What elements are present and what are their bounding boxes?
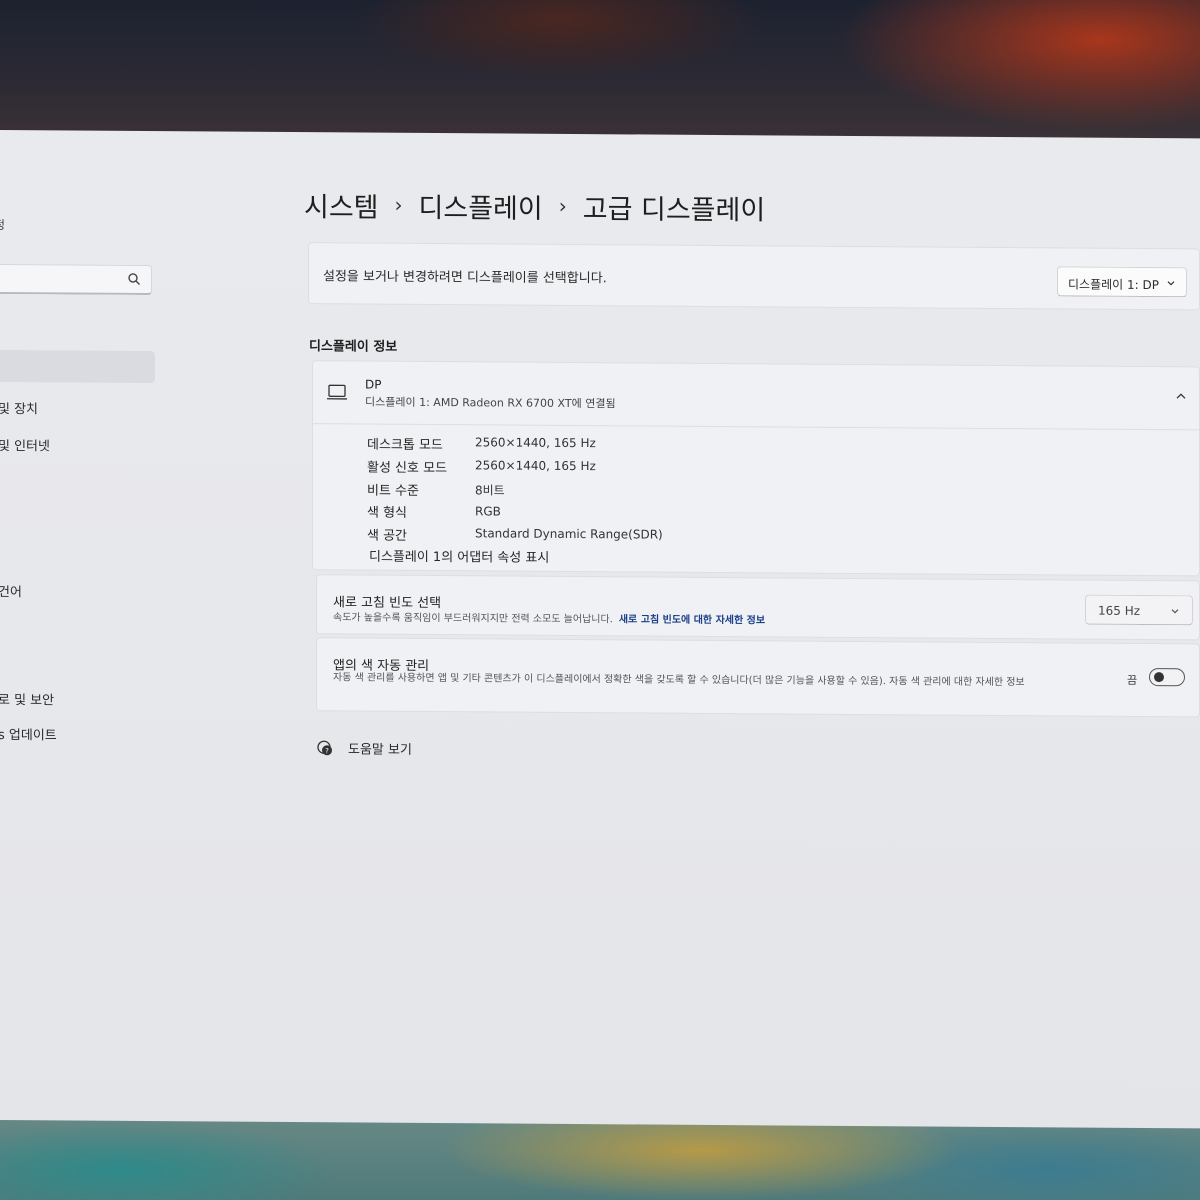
auto-color-toggle[interactable]: [1149, 668, 1185, 687]
select-display-card: 설정을 보거나 변경하려면 디스플레이를 선택합니다. 디스플레이 1: DP: [308, 242, 1200, 311]
info-label-desktop-mode: 데스크톱 모드: [367, 437, 443, 454]
sidebar: 정 및 장치 및 인터넷 건어 로 및 보안 s 업데이트: [0, 130, 160, 1121]
auto-color-description: 자동 색 관리를 사용하면 앱 및 기타 콘텐츠가 이 디스플레이에서 정확한 …: [333, 672, 1025, 689]
display-info-heading: 디스플레이 정보: [309, 339, 398, 355]
info-label-active-signal: 활성 신호 모드: [367, 460, 448, 477]
info-label-color-space: 색 공간: [367, 528, 408, 544]
refresh-rate-description-text: 속도가 높을수록 움직임이 부드러워지지만 전력 소모도 늘어납니다.: [333, 612, 613, 626]
display-info-card: DP 디스플레이 1: AMD Radeon RX 6700 XT에 연결됨 데…: [312, 360, 1200, 577]
info-value-desktop-mode: 2560×1440, 165 Hz: [475, 435, 596, 451]
breadcrumb-display[interactable]: 디스플레이: [419, 185, 543, 225]
chevron-up-icon[interactable]: [1175, 391, 1187, 401]
sidebar-item-windows-update[interactable]: s 업데이트: [0, 724, 57, 743]
info-value-active-signal: 2560×1440, 165 Hz: [475, 458, 596, 474]
auto-color-toggle-label: 끔: [1127, 673, 1138, 687]
info-label-color-format: 색 형식: [367, 505, 408, 521]
breadcrumb-separator: ›: [394, 192, 403, 217]
refresh-rate-dropdown[interactable]: 165 Hz: [1085, 594, 1193, 626]
settings-window: 정 및 장치 및 인터넷 건어 로 및 보안 s 업데이트 시스템 › 디스플레…: [0, 130, 1200, 1129]
get-help-link[interactable]: ? 도움말 보기: [316, 738, 412, 758]
breadcrumb: 시스템 › 디스플레이 › 고급 디스플레이: [304, 184, 765, 227]
breadcrumb-separator: ›: [558, 193, 567, 218]
auto-color-card: 앱의 색 자동 관리 자동 색 관리를 사용하면 앱 및 기타 콘텐츠가 이 디…: [316, 637, 1200, 718]
chevron-down-icon: [1171, 609, 1179, 614]
display-select-value: 디스플레이 1: DP: [1068, 277, 1159, 293]
info-label-bit-depth: 비트 수준: [367, 483, 419, 499]
toggle-knob: [1154, 672, 1164, 683]
sidebar-item-language[interactable]: 건어: [0, 581, 22, 600]
page-title: 고급 디스플레이: [582, 193, 766, 226]
device-subtitle: 디스플레이 1: AMD Radeon RX 6700 XT에 연결됨: [365, 395, 616, 411]
divider: [313, 423, 1199, 431]
search-input[interactable]: [0, 263, 152, 296]
refresh-rate-card: 새로 고침 빈도 선택 속도가 높을수록 움직임이 부드러워지지만 전력 소모도…: [316, 574, 1200, 641]
device-name: DP: [365, 377, 382, 392]
refresh-rate-value: 165 Hz: [1098, 603, 1141, 618]
sidebar-item-network[interactable]: 및 인터넷: [0, 435, 50, 454]
monitor-icon: [327, 384, 347, 400]
search-icon: [128, 273, 140, 285]
svg-text:?: ?: [325, 747, 329, 755]
refresh-rate-info-link[interactable]: 새로 고침 빈도에 대한 자세한 정보: [619, 614, 765, 626]
get-help-label: 도움말 보기: [348, 742, 412, 758]
desktop-background-top: [0, 0, 1200, 140]
sidebar-title: 정: [0, 217, 6, 233]
adapter-properties-link[interactable]: 디스플레이 1의 어댑터 속성 표시: [369, 546, 549, 566]
display-select-dropdown[interactable]: 디스플레이 1: DP: [1057, 266, 1187, 298]
sidebar-item-system[interactable]: [0, 349, 155, 384]
help-icon: ?: [317, 740, 332, 755]
sidebar-item-privacy[interactable]: 로 및 보안: [0, 689, 54, 708]
select-display-prompt: 설정을 보거나 변경하려면 디스플레이를 선택합니다.: [323, 269, 607, 287]
refresh-rate-description: 속도가 높을수록 움직임이 부드러워지지만 전력 소모도 늘어납니다. 새로 고침…: [333, 608, 765, 626]
info-value-color-space: Standard Dynamic Range(SDR): [475, 526, 663, 542]
chevron-down-icon: [1167, 281, 1175, 286]
info-value-bit-depth: 8비트: [475, 483, 505, 498]
breadcrumb-system[interactable]: 시스템: [304, 185, 379, 225]
info-value-color-format: RGB: [475, 504, 501, 519]
sidebar-item-devices[interactable]: 및 장치: [0, 398, 38, 417]
